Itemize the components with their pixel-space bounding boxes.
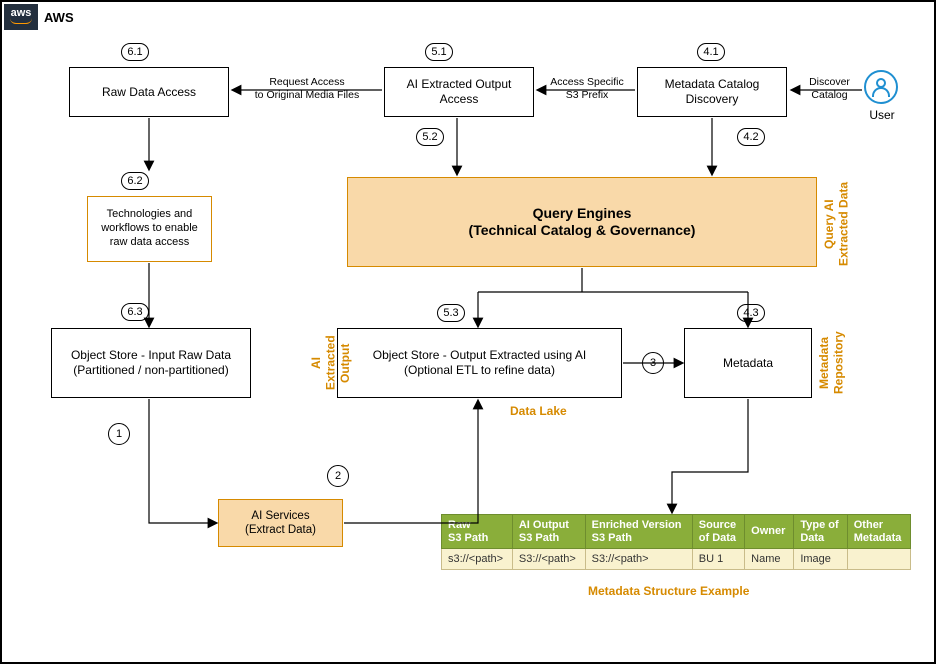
side-label-query-ai: Query AI Extracted Data: [822, 180, 851, 268]
label-data-lake: Data Lake: [510, 404, 567, 418]
box-object-store-output: Object Store - Output Extracted using AI…: [337, 328, 622, 398]
edge-discover-catalog: Discover Catalog: [802, 76, 857, 101]
box-object-store-input: Object Store - Input Raw Data (Partition…: [51, 328, 251, 398]
table-header: Enriched Version S3 Path: [585, 515, 692, 549]
label-tech-workflows: Technologies and workflows to enable raw…: [101, 208, 198, 249]
box-query-engines: Query Engines (Technical Catalog & Gover…: [347, 177, 817, 267]
table-cell: S3://<path>: [585, 549, 692, 570]
user-label: User: [862, 108, 902, 122]
table-row: s3://<path>S3://<path>S3://<path>BU 1Nam…: [442, 549, 911, 570]
step-6-1: 6.1: [121, 43, 149, 61]
table-header: Raw S3 Path: [442, 515, 513, 549]
label-ai-services: AI Services (Extract Data): [245, 509, 316, 538]
side-label-ai-extracted-output: AI Extracted Output: [309, 328, 352, 398]
step-3: 3: [642, 352, 664, 374]
label-raw-data-access: Raw Data Access: [102, 85, 196, 100]
label-metadata-catalog-discovery: Metadata Catalog Discovery: [665, 77, 760, 107]
table-cell: Name: [745, 549, 794, 570]
table-cell: S3://<path>: [512, 549, 585, 570]
step-6-3: 6.3: [121, 303, 149, 321]
edge-request-access: Request Access to Original Media Files: [252, 76, 362, 101]
label-query-engines: Query Engines (Technical Catalog & Gover…: [469, 205, 696, 240]
table-header: Owner: [745, 515, 794, 549]
table-header: Other Metadata: [847, 515, 910, 549]
table-header: Source of Data: [692, 515, 744, 549]
step-4-1: 4.1: [697, 43, 725, 61]
step-4-2: 4.2: [737, 128, 765, 146]
step-4-3: 4.3: [737, 304, 765, 322]
table-header: Type of Data: [794, 515, 847, 549]
diagram-canvas: aws AWS Raw Data Access 6.1 AI Extracted…: [0, 0, 936, 664]
metadata-table: Raw S3 PathAI Output S3 PathEnriched Ver…: [441, 514, 911, 570]
table-header: AI Output S3 Path: [512, 515, 585, 549]
label-ai-extracted-output-access: AI Extracted Output Access: [407, 77, 512, 107]
caption-metadata-example: Metadata Structure Example: [588, 584, 749, 598]
table-cell: BU 1: [692, 549, 744, 570]
box-metadata-catalog-discovery: Metadata Catalog Discovery: [637, 67, 787, 117]
aws-badge: aws AWS: [4, 4, 74, 30]
step-6-2: 6.2: [121, 172, 149, 190]
step-2: 2: [327, 465, 349, 487]
box-raw-data-access: Raw Data Access: [69, 67, 229, 117]
label-object-store-output: Object Store - Output Extracted using AI…: [373, 348, 586, 378]
box-tech-workflows: Technologies and workflows to enable raw…: [87, 196, 212, 262]
table-cell: [847, 549, 910, 570]
step-1: 1: [108, 423, 130, 445]
label-object-store-input: Object Store - Input Raw Data (Partition…: [71, 348, 231, 378]
box-ai-services: AI Services (Extract Data): [218, 499, 343, 547]
step-5-1: 5.1: [425, 43, 453, 61]
user-icon: [864, 70, 898, 104]
box-ai-extracted-output-access: AI Extracted Output Access: [384, 67, 534, 117]
step-5-3: 5.3: [437, 304, 465, 322]
table-cell: s3://<path>: [442, 549, 513, 570]
aws-logo-icon: aws: [4, 4, 38, 30]
edge-access-prefix: Access Specific S3 Prefix: [546, 76, 628, 101]
label-metadata: Metadata: [723, 356, 773, 371]
table-cell: Image: [794, 549, 847, 570]
aws-label: AWS: [44, 10, 74, 25]
side-label-metadata-repo: Metadata Repository: [817, 328, 846, 398]
box-metadata: Metadata: [684, 328, 812, 398]
step-5-2: 5.2: [416, 128, 444, 146]
